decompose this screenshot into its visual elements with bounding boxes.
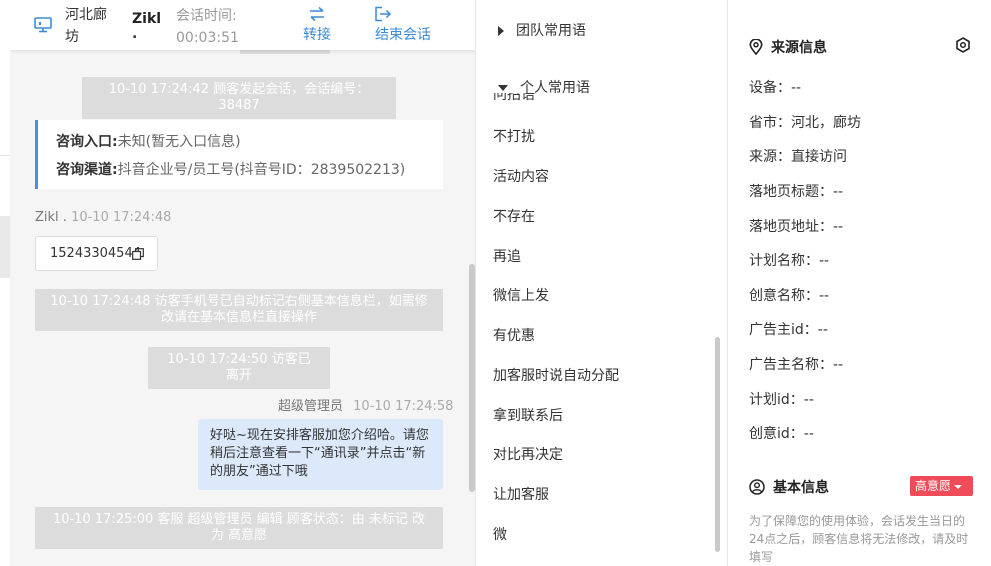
phrase-item[interactable]: 不打扰 xyxy=(493,126,535,146)
consult-channel-row: 咨询渠道:抖音企业号/员工号(抖音号ID：2839502213) xyxy=(56,156,443,184)
system-message: 10-10 17:25:00 客服 超级管理员 编辑 顾客状态：由 未标记 改 … xyxy=(35,507,443,549)
consult-channel-label: 咨询渠道: xyxy=(56,162,118,178)
transfer-icon xyxy=(310,6,324,22)
visitor-location: 河北廊坊 xyxy=(65,7,107,45)
system-message: 10-10 17:24:50 访客已离开 xyxy=(148,347,330,389)
settings-icon[interactable] xyxy=(955,37,971,53)
logout-icon xyxy=(375,6,392,22)
info-row-device: 设备：-- xyxy=(749,80,802,96)
info-row-landing-title: 落地页标题：-- xyxy=(749,184,844,200)
info-row-creative-name: 创意名称：-- xyxy=(749,288,830,304)
phrase-item-label: 问招语 xyxy=(493,93,535,101)
consult-channel-value: 抖音企业号/员工号(抖音号ID：2839502213) xyxy=(117,162,406,178)
info-row-city: 省市：河北，廊坊 xyxy=(749,115,861,131)
info-row-plan-id: 计划id：-- xyxy=(749,392,814,408)
edit-deadline-note: 为了保障您的使用体验，会话发生当日的24点之后，顾客信息将无法修改，请及时填写 xyxy=(749,514,969,564)
system-message: 10-10 17:24:42 顾客发起会话，会话编号：38487 xyxy=(82,77,396,119)
chat-header: 河北廊坊 Zikl . 会话时间: 00:03:51 转接 结束会话 xyxy=(10,0,475,50)
visitor-name-suffix: . xyxy=(132,26,138,42)
info-row-advertiser-id: 广告主id：-- xyxy=(749,322,828,338)
chevron-down-icon xyxy=(954,484,963,489)
system-message-line: 改请在基本信息栏直接操作 xyxy=(160,310,317,325)
message-list[interactable]: 10-10 17:24:42 顾客发起会话，会话编号：38487 咨询入口:未知… xyxy=(10,46,475,566)
visitor-name: Zikl xyxy=(132,11,162,27)
phrase-item[interactable]: 有优惠 xyxy=(493,325,535,345)
phrases-scrollbar[interactable] xyxy=(715,337,720,552)
session-time-value: 00:03:51 xyxy=(176,30,239,46)
app-root: 河北廊坊 Zikl . 会话时间: 00:03:51 转接 结束会话 10-10… xyxy=(0,0,991,566)
phrase-item[interactable]: 微 xyxy=(493,524,507,544)
basic-info-title: 基本信息 xyxy=(749,477,829,497)
chat-scrollbar[interactable] xyxy=(469,264,475,492)
phrase-item[interactable]: 让加客服 xyxy=(493,484,549,504)
left-nav-selected[interactable] xyxy=(0,216,10,278)
phrase-item[interactable]: 再追 xyxy=(493,246,521,266)
system-message-line: 10-10 17:24:48 访客手机号已自动标记右侧基本信息栏，如需修 xyxy=(50,294,428,309)
visitor-message-meta: Zikl . 10-10 17:24:48 xyxy=(35,210,171,225)
phrase-item[interactable]: 微信上发 xyxy=(493,285,549,305)
phrase-item-clipped[interactable]: 问招语 xyxy=(493,93,563,101)
message-sender: 超级管理员 xyxy=(278,399,344,414)
phrase-item[interactable]: 对比再决定 xyxy=(493,444,563,464)
quick-phrases-panel: 团队常用语 个人常用语 问招语 不打扰 活动内容 不存在 再追 微信上发 有优惠… xyxy=(476,0,728,566)
info-row-landing-url: 落地页地址：-- xyxy=(749,219,844,235)
user-circle-icon xyxy=(749,479,765,495)
end-session-button[interactable]: 结束会话 xyxy=(372,4,434,48)
team-phrases-group[interactable]: 团队常用语 xyxy=(498,20,586,40)
source-info-title: 来源信息 xyxy=(749,37,827,57)
source-info-label: 来源信息 xyxy=(771,40,827,56)
message-sender: Zikl . xyxy=(35,210,67,225)
visitor-phone: 15243304544 xyxy=(50,246,141,261)
basic-info-label: 基本信息 xyxy=(773,480,829,496)
transfer-button[interactable]: 转接 xyxy=(300,4,334,48)
system-message-line: 为 高意愿 xyxy=(210,528,268,543)
customer-info-panel: 来源信息 设备：-- 省市：河北，廊坊 来源：直接访问 落地页标题：-- 落地页… xyxy=(728,0,991,566)
phrase-item[interactable]: 拿到联系后 xyxy=(493,405,563,425)
message-time: 10-10 17:24:58 xyxy=(353,399,454,414)
phrase-item[interactable]: 加客服时说自动分配 xyxy=(493,365,619,385)
caret-down-icon xyxy=(498,85,508,91)
team-phrases-label: 团队常用语 xyxy=(516,23,586,39)
agent-message-meta: 超级管理员 10-10 17:24:58 xyxy=(278,395,453,414)
info-row-source: 来源：直接访问 xyxy=(749,149,847,165)
divider xyxy=(0,155,10,156)
intent-status-dropdown[interactable]: 高意愿 xyxy=(910,476,973,496)
agent-message-bubble: 好哒~现在安排客服加您介绍哈。请您稍后注意查看一下“通讯录”并点击“新的朋友”通… xyxy=(198,419,443,490)
info-row-creative-id: 创意id：-- xyxy=(749,426,814,442)
info-row-plan-name: 计划名称：-- xyxy=(749,253,830,269)
copy-icon[interactable] xyxy=(132,248,144,260)
phrase-item[interactable]: 活动内容 xyxy=(493,166,549,186)
intent-status-label: 高意愿 xyxy=(915,479,952,493)
end-session-label: 结束会话 xyxy=(375,27,431,43)
visitor-message-bubble: 15243304544 xyxy=(35,236,158,271)
system-message-line: 10-10 17:25:00 客服 超级管理员 编辑 顾客状态：由 未标记 改 xyxy=(52,512,426,527)
message-time: 10-10 17:24:48 xyxy=(71,210,172,225)
chat-panel: 河北廊坊 Zikl . 会话时间: 00:03:51 转接 结束会话 10-10… xyxy=(10,0,476,566)
info-row-advertiser-name: 广告主名称：-- xyxy=(749,357,844,373)
left-strip xyxy=(0,0,10,566)
phrase-item[interactable]: 不存在 xyxy=(493,206,535,226)
consult-entry-label: 咨询入口: xyxy=(56,134,118,150)
consult-entry-row: 咨询入口:未知(暂无入口信息) xyxy=(56,128,443,156)
location-pin-icon xyxy=(749,38,763,56)
caret-right-icon xyxy=(498,26,504,36)
transfer-label: 转接 xyxy=(303,27,331,43)
monitor-icon xyxy=(34,17,52,33)
consult-info-card: 咨询入口:未知(暂无入口信息) 咨询渠道:抖音企业号/员工号(抖音号ID：283… xyxy=(35,120,443,189)
system-message: 10-10 17:24:48 访客手机号已自动标记右侧基本信息栏，如需修 改请在… xyxy=(35,289,443,331)
session-time-label: 会话时间: xyxy=(176,8,237,24)
consult-entry-value: 未知(暂无入口信息) xyxy=(117,134,241,150)
